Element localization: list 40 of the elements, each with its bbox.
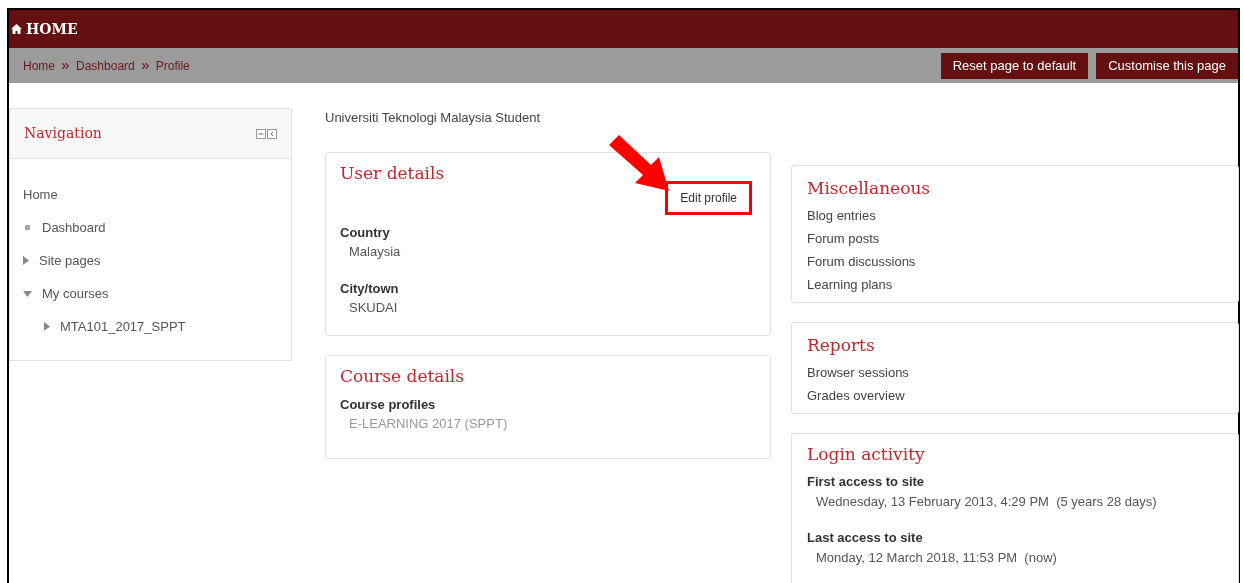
breadcrumb-link[interactable]: Home xyxy=(23,56,55,75)
nav-item[interactable]: My courses xyxy=(42,283,109,304)
nav-item[interactable]: Site pages xyxy=(39,250,101,271)
card-title: Reports xyxy=(807,334,875,357)
field-label: First access to site xyxy=(807,473,925,491)
page-button[interactable]: Customise this page xyxy=(1096,52,1238,79)
nav-item[interactable]: Dashboard xyxy=(42,217,106,238)
chevron-double-icon xyxy=(141,62,149,69)
card-title: Miscellaneous xyxy=(807,177,931,200)
field-value: SKUDAI xyxy=(349,299,398,317)
block-link[interactable]: Browser sessions xyxy=(807,364,909,382)
block-link[interactable]: Blog entries xyxy=(807,207,876,225)
bullet-icon xyxy=(25,225,30,230)
breadcrumb-link[interactable]: Profile xyxy=(155,56,190,75)
block-link[interactable]: Grades overview xyxy=(807,387,905,405)
card-title: Course details xyxy=(340,364,464,388)
minimize-icon[interactable] xyxy=(256,128,266,139)
card-title: User details xyxy=(340,161,445,185)
house-icon xyxy=(11,24,22,34)
nav-item[interactable]: MTA101_2017_SPPT xyxy=(60,316,186,337)
block-link[interactable]: Forum posts xyxy=(807,230,880,248)
edit-profile-link[interactable]: Edit profile xyxy=(665,180,752,215)
field-label: Country xyxy=(340,223,390,242)
field-value: Wednesday, 13 February 2013, 4:29 PM (5 years 28 days) xyxy=(816,492,1157,511)
field-label: Course profiles xyxy=(340,395,436,414)
site-title[interactable]: HOME xyxy=(26,18,78,40)
profile-subtitle: Universiti Teknologi Malaysia Student xyxy=(325,109,542,127)
chevron-double-icon xyxy=(62,62,69,69)
block-link[interactable]: Learning plans xyxy=(807,276,893,294)
page-button[interactable]: Reset page to default xyxy=(940,52,1089,79)
nav-item[interactable]: Home xyxy=(23,184,58,205)
dock-icon[interactable] xyxy=(267,128,277,139)
card-title: Login activity xyxy=(807,443,925,466)
breadcrumb-link[interactable]: Dashboard xyxy=(76,56,135,75)
field-label: Last access to site xyxy=(807,529,923,547)
field-label: City/town xyxy=(340,279,399,298)
field-value: Monday, 12 March 2018, 11:53 PM (now) xyxy=(816,548,1057,567)
field-value: Malaysia xyxy=(349,243,401,261)
block-title: Navigation xyxy=(24,124,102,143)
block-link[interactable]: Forum discussions xyxy=(807,253,916,271)
